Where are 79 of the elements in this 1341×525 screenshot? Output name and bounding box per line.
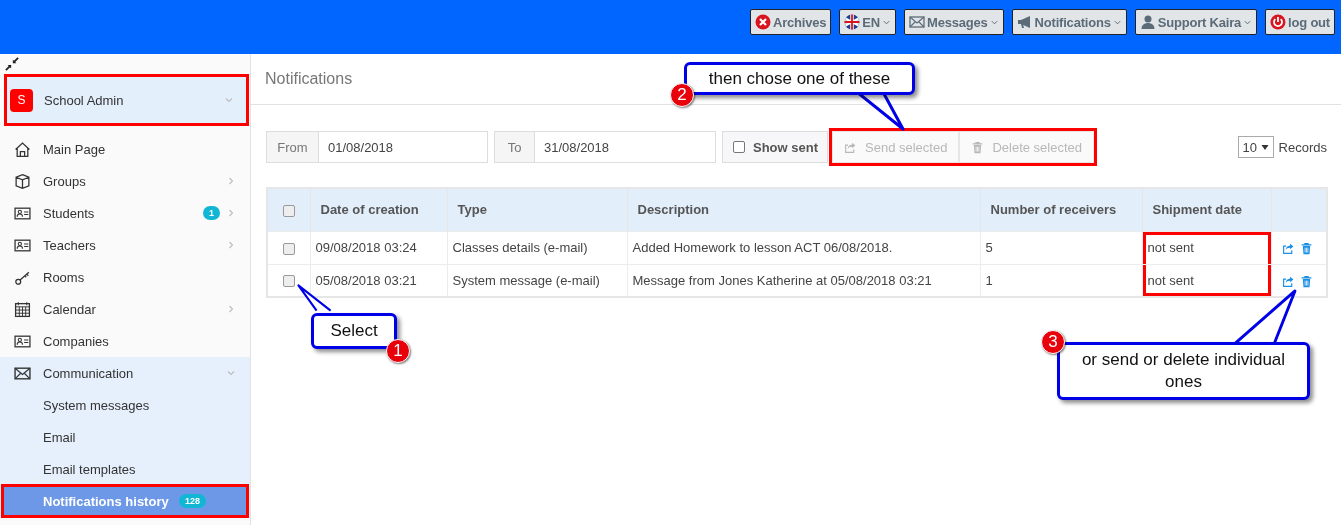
nav-label: Students bbox=[43, 205, 96, 221]
count-badge: 128 bbox=[178, 494, 206, 508]
nav-item[interactable]: Companies bbox=[0, 325, 250, 357]
column-header: Description bbox=[627, 188, 980, 231]
toolbar-button[interactable]: Archives bbox=[750, 9, 832, 35]
nav-item[interactable]: Calendar bbox=[0, 293, 250, 325]
table-cell: not sent bbox=[1142, 231, 1271, 264]
table-cell: Added Homework to lesson ACT 06/08/2018. bbox=[627, 231, 980, 264]
toolbar-button[interactable]: EN bbox=[839, 9, 897, 35]
chevron-down-icon bbox=[224, 95, 234, 105]
column-header: Type bbox=[447, 188, 627, 231]
nav-item[interactable]: Students 1 bbox=[0, 197, 250, 229]
nav-label: Groups bbox=[43, 173, 87, 189]
step-number: 1 bbox=[386, 339, 410, 363]
nav-label: System messages bbox=[43, 397, 151, 413]
nav-item[interactable]: Groups bbox=[0, 165, 250, 197]
table-cell: not sent bbox=[1142, 264, 1271, 297]
cube-icon bbox=[14, 172, 31, 190]
avatar: S bbox=[10, 88, 33, 112]
share-icon bbox=[844, 140, 857, 154]
step-number: 2 bbox=[670, 83, 694, 107]
megaphone-icon bbox=[1016, 14, 1033, 30]
flag-icon bbox=[844, 14, 861, 30]
row-checkbox[interactable] bbox=[282, 275, 295, 288]
count-badge: 1 bbox=[203, 206, 220, 220]
nav-label: Communication bbox=[43, 365, 135, 381]
nav-item[interactable]: Main Page bbox=[0, 133, 250, 165]
house-icon bbox=[14, 140, 31, 158]
step-number: 3 bbox=[1041, 330, 1065, 354]
nav-item[interactable]: System messages bbox=[0, 389, 250, 421]
chevron-right-icon bbox=[226, 176, 236, 186]
share-icon[interactable] bbox=[1281, 242, 1295, 256]
nav-item[interactable]: Email templates bbox=[0, 453, 250, 485]
trash-icon[interactable] bbox=[1299, 242, 1313, 256]
table-cell: Classes details (e-mail) bbox=[447, 231, 627, 264]
table-cell: 09/08/2018 03:24 bbox=[310, 231, 447, 264]
table-cell: 5 bbox=[980, 231, 1142, 264]
nav-item[interactable]: Email bbox=[0, 421, 250, 453]
trash-icon[interactable] bbox=[1299, 274, 1313, 288]
toolbar-button[interactable]: Notifications bbox=[1011, 9, 1127, 35]
records-label: Records bbox=[1278, 139, 1327, 155]
collapse-icon[interactable] bbox=[5, 57, 19, 71]
power-icon bbox=[1270, 14, 1287, 30]
nav-label: Main Page bbox=[43, 141, 107, 157]
chevron-right-icon bbox=[226, 208, 236, 218]
envelope-icon bbox=[14, 364, 31, 382]
chevron-right-icon bbox=[226, 240, 236, 250]
profile-menu[interactable]: S School Admin bbox=[5, 75, 248, 125]
show-sent-toggle[interactable]: Show sent bbox=[722, 131, 828, 163]
nav-label: Companies bbox=[43, 333, 110, 349]
nav-label: Email templates bbox=[43, 461, 137, 477]
x-circle-icon bbox=[755, 14, 772, 30]
row-checkbox[interactable] bbox=[282, 242, 295, 255]
calendar-icon bbox=[14, 300, 31, 318]
nav-item[interactable]: Communication bbox=[0, 357, 250, 389]
select-all-checkbox[interactable] bbox=[282, 204, 295, 217]
column-header: Date of creation bbox=[310, 188, 447, 231]
envelope-icon bbox=[909, 14, 926, 30]
nav-label: Notifications history bbox=[43, 493, 170, 509]
nav-item[interactable]: Rooms bbox=[0, 261, 250, 293]
nav-label: Rooms bbox=[43, 269, 86, 285]
chevron-down-icon bbox=[226, 368, 236, 378]
nav-label: Calendar bbox=[43, 301, 97, 317]
column-header: Shipment date bbox=[1142, 188, 1271, 231]
column-header: Number of receivers bbox=[980, 188, 1142, 231]
user-icon bbox=[1139, 14, 1156, 30]
page-title: Notifications bbox=[265, 70, 353, 88]
nav-label: Email bbox=[43, 429, 77, 445]
records-select[interactable]: 10 bbox=[1237, 136, 1274, 158]
nav-item[interactable]: Teachers bbox=[0, 229, 250, 261]
trash-icon bbox=[971, 140, 985, 154]
nav-label: Teachers bbox=[43, 237, 97, 253]
toolbar-button[interactable]: Support Kaira bbox=[1134, 9, 1258, 35]
dropdown-arrow-icon bbox=[1260, 143, 1269, 151]
toolbar-button[interactable]: Messages bbox=[904, 9, 1004, 35]
profile-name: School Admin bbox=[44, 92, 125, 108]
toolbar-button[interactable]: log out bbox=[1265, 9, 1335, 35]
chevron-right-icon bbox=[226, 304, 236, 314]
share-icon[interactable] bbox=[1281, 274, 1295, 288]
